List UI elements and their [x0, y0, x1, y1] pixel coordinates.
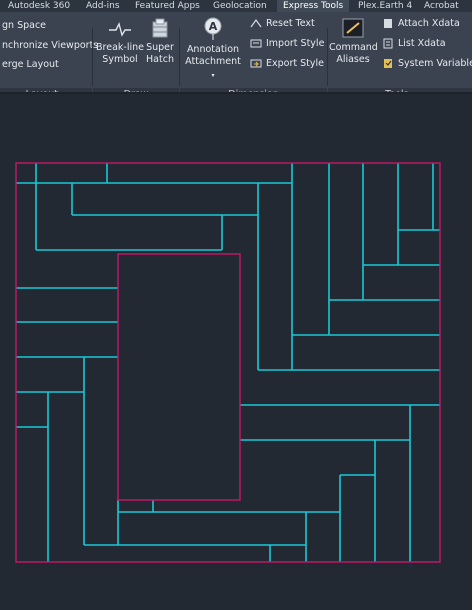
super-hatch-label-1: Super — [146, 42, 174, 53]
super-hatch-label-2: Hatch — [146, 54, 174, 65]
annotation-label-1: Annotation — [186, 44, 240, 55]
merge-layout-button[interactable]: erge Layout — [2, 59, 59, 70]
break-line-symbol-button[interactable]: Break-line Symbol — [95, 18, 145, 66]
tab-express-tools[interactable]: Express Tools — [277, 0, 350, 12]
tab-geolocation[interactable]: Geolocation — [213, 0, 267, 12]
system-variables-button[interactable]: System Variables — [382, 58, 474, 69]
inner-boundary-frame — [117, 253, 241, 501]
super-hatch-icon — [152, 18, 168, 38]
break-line-label-2: Symbol — [102, 54, 138, 65]
list-xdata-icon — [383, 38, 393, 49]
magenta-frames — [15, 162, 441, 563]
annotation-attachment-button[interactable]: A Annotation Attachment ▾ — [184, 16, 242, 82]
reset-text-button[interactable]: Reset Text — [250, 18, 315, 29]
import-style-icon — [250, 39, 262, 48]
list-xdata-button[interactable]: List Xdata — [382, 38, 446, 49]
outer-boundary-frame — [15, 162, 441, 563]
tab-plex-earth[interactable]: Plex.Earth 4 — [358, 0, 412, 12]
align-space-button[interactable]: gn Space — [2, 20, 46, 31]
system-variables-label: System Variables — [398, 58, 474, 69]
import-style-label: Import Style — [266, 38, 325, 49]
drawing-canvas[interactable] — [0, 94, 474, 610]
command-aliases-button[interactable]: Command Aliases — [329, 16, 378, 66]
command-aliases-label-1: Command — [329, 42, 378, 53]
export-style-label: Export Style — [266, 58, 324, 69]
break-line-label-1: Break-line — [96, 42, 144, 53]
break-line-icon — [109, 22, 131, 37]
ribbon-panel: gn Space nchronize Viewports erge Layout… — [0, 12, 474, 102]
synchronize-viewports-label: nchronize Viewports — [2, 40, 99, 51]
import-style-button[interactable]: Import Style — [250, 38, 324, 49]
command-aliases-icon — [342, 18, 364, 38]
svg-text:A: A — [209, 20, 218, 33]
reset-text-label: Reset Text — [266, 18, 315, 29]
system-variables-icon — [384, 59, 392, 68]
attach-xdata-label: Attach Xdata — [398, 18, 460, 29]
attach-xdata-button[interactable]: Attach Xdata — [382, 18, 460, 29]
ribbon-tab-bar: Autodesk 360 Add-ins Featured Apps Geolo… — [0, 0, 474, 12]
align-space-label: gn Space — [2, 20, 47, 31]
cyan-lines — [16, 163, 440, 562]
tab-autodesk-360[interactable]: Autodesk 360 — [8, 0, 70, 12]
list-xdata-label: List Xdata — [398, 38, 446, 49]
autocad-window: Autodesk 360 Add-ins Featured Apps Geolo… — [0, 0, 474, 610]
tab-featured-apps[interactable]: Featured Apps — [135, 0, 200, 12]
annotation-label-2: Attachment ▾ — [185, 56, 241, 79]
super-hatch-button[interactable]: Super Hatch — [144, 18, 176, 66]
command-aliases-label-2: Aliases — [336, 54, 370, 65]
drawing-svg — [15, 162, 441, 563]
panel-separator — [327, 28, 328, 86]
merge-layout-label: erge Layout — [2, 59, 59, 70]
annotation-icon: A — [204, 17, 222, 40]
synchronize-viewports-button[interactable]: nchronize Viewports — [2, 40, 98, 51]
panel-separator — [92, 28, 93, 86]
attach-xdata-icon — [384, 19, 392, 28]
export-style-button[interactable]: Export Style — [250, 58, 324, 69]
tab-acrobat[interactable]: Acrobat — [424, 0, 459, 12]
tab-add-ins[interactable]: Add-ins — [86, 0, 120, 12]
export-style-icon — [250, 59, 262, 68]
panel-separator — [179, 28, 180, 86]
reset-text-icon — [250, 18, 262, 28]
